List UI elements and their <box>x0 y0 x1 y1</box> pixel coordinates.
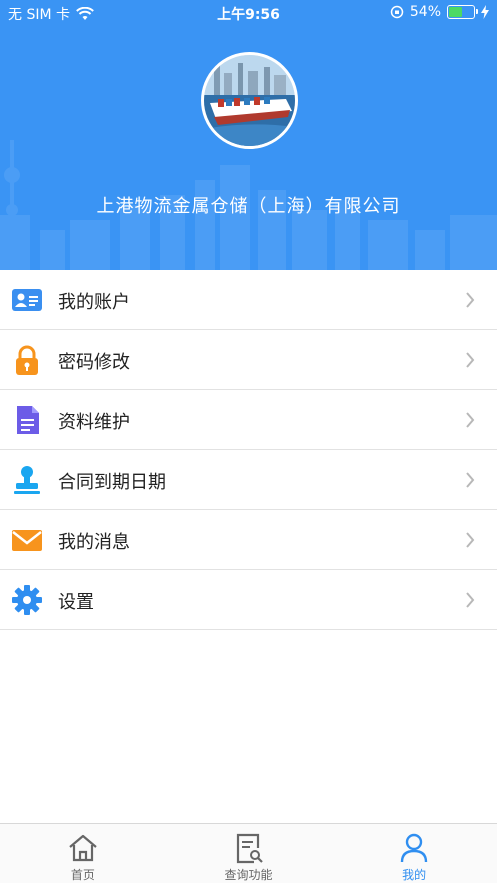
menu-item-label: 设置 <box>58 592 94 613</box>
profile-header: 无 SIM 卡 上午9:56 54% 上港物流金属仓储（上海）有限公司 <box>0 0 497 270</box>
chevron-right-icon <box>466 592 475 608</box>
tab-home[interactable]: 首页 <box>0 824 166 883</box>
orientation-lock-icon <box>390 5 404 19</box>
chevron-right-icon <box>466 352 475 368</box>
person-icon <box>400 833 428 863</box>
menu-item-contract-expiry[interactable]: 合同到期日期 <box>0 450 497 510</box>
battery-icon <box>447 5 478 19</box>
gear-icon <box>12 585 42 615</box>
bottom-tab-bar: 首页 查询功能 我的 <box>0 823 497 883</box>
chevron-right-icon <box>466 292 475 308</box>
account-card-icon <box>12 289 42 311</box>
chevron-right-icon <box>466 472 475 488</box>
document-icon <box>17 406 39 434</box>
tab-label: 查询功能 <box>224 868 273 882</box>
menu-item-my-account[interactable]: 我的账户 <box>0 270 497 330</box>
charging-bolt-icon <box>481 5 489 19</box>
lock-icon <box>16 345 38 375</box>
menu-item-profile-maintenance[interactable]: 资料维护 <box>0 390 497 450</box>
home-icon <box>69 834 97 862</box>
tab-label: 我的 <box>402 868 427 882</box>
tab-query[interactable]: 查询功能 <box>166 824 332 883</box>
menu-item-label: 资料维护 <box>58 412 130 433</box>
tab-label: 首页 <box>70 868 95 882</box>
menu-item-my-messages[interactable]: 我的消息 <box>0 510 497 570</box>
status-bar: 无 SIM 卡 上午9:56 54% <box>0 0 497 26</box>
chevron-right-icon <box>466 412 475 428</box>
menu-item-label: 我的消息 <box>58 532 130 553</box>
menu-item-label: 合同到期日期 <box>58 472 166 493</box>
tab-mine[interactable]: 我的 <box>331 824 497 883</box>
battery-percent: 54% <box>409 4 441 20</box>
chevron-right-icon <box>466 532 475 548</box>
menu-item-label: 我的账户 <box>58 292 130 313</box>
menu-item-label: 密码修改 <box>58 352 130 373</box>
envelope-icon <box>12 530 42 551</box>
search-document-icon <box>236 833 263 864</box>
stamp-icon <box>14 466 40 494</box>
company-name: 上港物流金属仓储（上海）有限公司 <box>96 196 401 217</box>
menu-item-change-password[interactable]: 密码修改 <box>0 330 497 390</box>
company-avatar[interactable] <box>201 52 298 149</box>
menu-item-settings[interactable]: 设置 <box>0 570 497 630</box>
profile-menu: 我的账户 密码修改 资料维护 合同到期日期 我的消息 设置 <box>0 270 497 630</box>
